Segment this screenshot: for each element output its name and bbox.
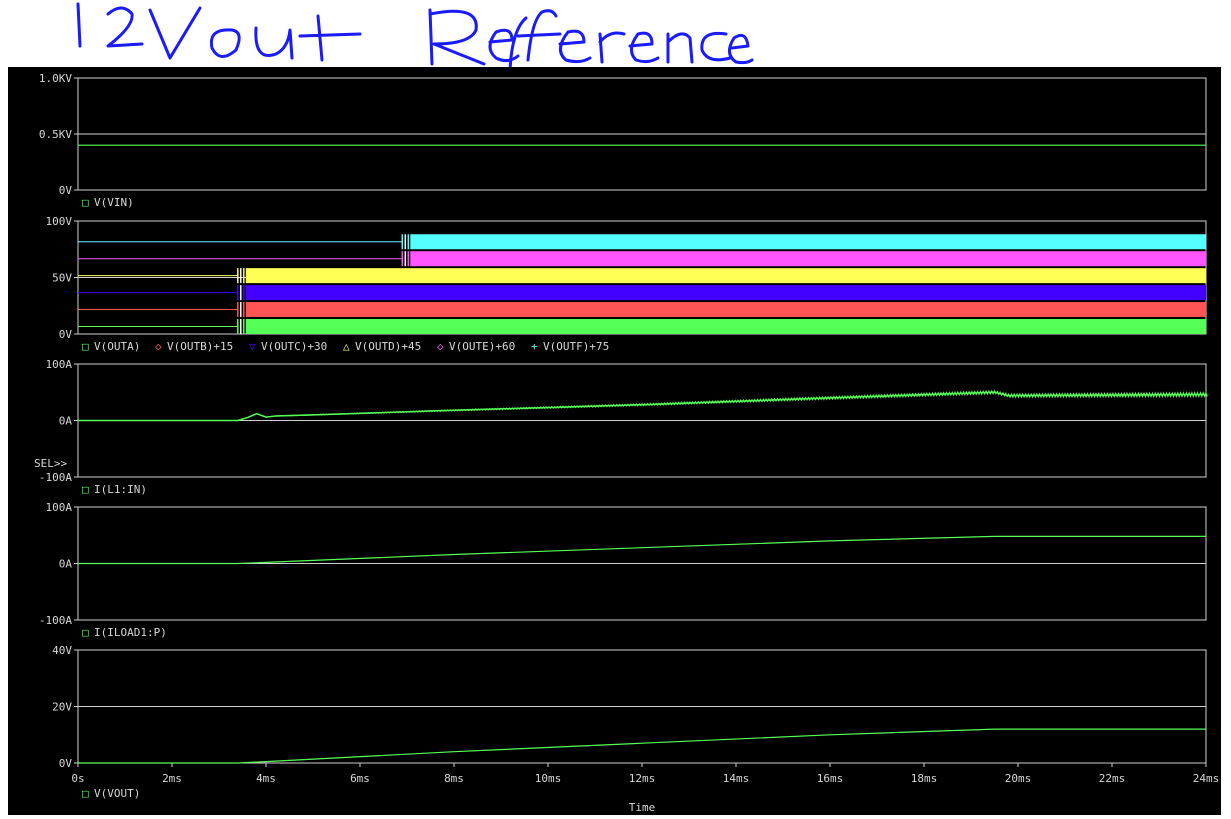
trace-band-V(OUTB)+15 [245,302,1207,318]
y-tick-label: 100A [46,501,73,514]
legend-marker: ◇ [437,340,444,353]
legend-entry: V(VIN) [94,196,134,209]
sel-marker: SEL>> [34,457,67,470]
legend-marker: □ [82,787,89,800]
legend-entry: V(OUTD)+45 [355,340,421,353]
legend-marker: □ [82,340,89,353]
trace-I(L1:IN) [78,391,1207,422]
legend-entry: V(OUTC)+30 [261,340,327,353]
trace-band-V(OUTC)+30 [245,285,1207,301]
y-tick-label: 0A [59,415,73,428]
x-axis-label: Time [629,801,656,814]
oscilloscope-view: 1.0KV 0.5KV 0V □ V(VIN) 100V 50V 0V □ V(OUTA) ◇ V(O… [8,67,1221,815]
legend-entry: V(OUTE)+60 [449,340,515,353]
y-tick-label: 100A [46,358,73,371]
x-tick-label: 24ms [1193,772,1220,785]
trace-band-V(OUTF)+75 [410,234,1206,250]
x-tick-label: 14ms [723,772,750,785]
handwritten-title [76,2,754,68]
legend-marker: △ [343,340,350,353]
y-tick-label: 50V [52,272,72,285]
y-tick-label: 0A [59,558,73,571]
trace-band-V(OUTE)+60 [410,251,1206,267]
legend-entry: V(VOUT) [94,787,140,800]
x-tick-label: 6ms [350,772,370,785]
y-tick-label: 0V [59,757,73,770]
x-tick-label: 2ms [162,772,182,785]
y-tick-label: 100V [46,215,73,228]
legend-entry: I(ILOAD1:P) [94,626,167,639]
trace-V(VOUT) [78,728,1206,764]
legend-entry: V(OUTB)+15 [167,340,233,353]
legend-marker: □ [82,196,89,209]
legend-marker: + [531,340,538,353]
x-tick-label: 10ms [535,772,562,785]
y-tick-label: -100A [39,471,72,484]
trace-band-V(OUTA) [245,319,1207,334]
y-tick-label: -100A [39,614,72,627]
trace-I(ILOAD1:P) [78,535,1206,565]
trace-band-V(OUTD)+45 [245,268,1207,284]
y-tick-label: 40V [52,644,72,657]
legend-marker: ◇ [155,340,162,353]
y-tick-label: 0.5KV [39,128,72,141]
legend-entry: V(OUTF)+75 [543,340,609,353]
legend-marker: □ [82,483,89,496]
trace-ripple-I(L1:IN) [275,389,1208,417]
x-tick-label: 22ms [1099,772,1126,785]
legend-marker: ▽ [249,340,256,353]
legend-marker: □ [82,626,89,639]
legend-entry: I(L1:IN) [94,483,147,496]
y-tick-label: 1.0KV [39,72,72,85]
y-tick-label: 0V [59,328,73,341]
y-tick-label: 0V [59,184,73,197]
x-tick-label: 0s [71,772,84,785]
plot-canvas: 1.0KV 0.5KV 0V □ V(VIN) 100V 50V 0V □ V(OUTA) ◇ V(O… [34,72,1220,814]
legend-entry: V(OUTA) [94,340,140,353]
x-tick-label: 12ms [629,772,656,785]
y-tick-label: 20V [52,701,72,714]
x-tick-label: 20ms [1005,772,1032,785]
x-tick-label: 8ms [444,772,464,785]
x-tick-label: 18ms [911,772,938,785]
x-tick-label: 16ms [817,772,844,785]
x-tick-label: 4ms [256,772,276,785]
